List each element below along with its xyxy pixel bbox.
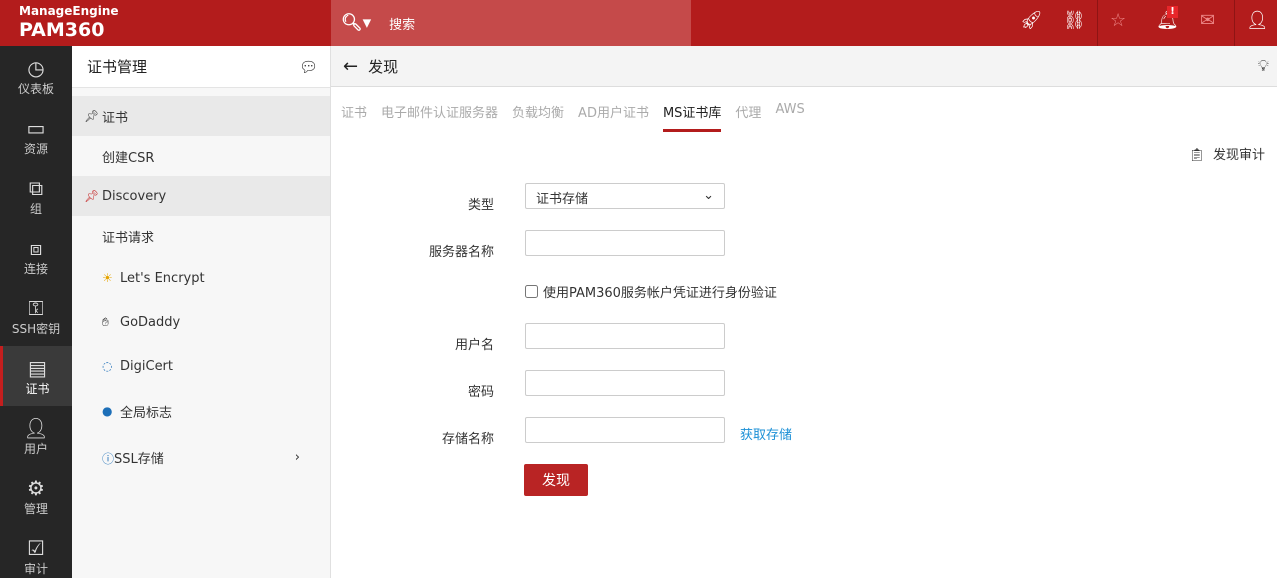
- certificate-icon: ▤: [28, 355, 47, 380]
- audit-icon: ☑: [27, 535, 45, 560]
- gear-icon: ⚙: [27, 475, 45, 500]
- user-star-icon[interactable]: ☆: [1110, 10, 1126, 31]
- tab-aws[interactable]: AWS: [775, 102, 804, 132]
- key-icon: ⚿: [28, 295, 44, 320]
- nav-ssh-keys[interactable]: ⚿ SSH密钥: [0, 286, 72, 346]
- search-bar[interactable]: 🔍︎▾ 搜索: [331, 0, 691, 46]
- password-input[interactable]: [525, 370, 725, 396]
- dashboard-icon: ◷: [27, 55, 45, 80]
- nav-dashboard[interactable]: ◷ 仪表板: [0, 46, 72, 106]
- group-icon: ⧉: [28, 175, 44, 200]
- divider: [1097, 0, 1098, 46]
- nav-audit[interactable]: ☑ 审计: [0, 526, 72, 586]
- tab-bar: 证书 电子邮件认证服务器 负载均衡 AD用户证书 MS证书库 代理 AWS: [341, 102, 805, 132]
- mail-icon[interactable]: ✉: [1200, 10, 1215, 31]
- rocket-icon[interactable]: 🚀︎: [1020, 10, 1043, 31]
- tab-email-servers[interactable]: 电子邮件认证服务器: [381, 102, 498, 132]
- tab-load-balancer[interactable]: 负载均衡: [512, 102, 564, 132]
- discover-button[interactable]: 发现: [524, 464, 588, 496]
- divider: [1234, 0, 1235, 46]
- nav-admin[interactable]: ⚙ 管理: [0, 466, 72, 526]
- user-icon[interactable]: 👤︎: [1246, 10, 1269, 31]
- store-name-input[interactable]: [525, 417, 725, 443]
- sidebar-item-certificates[interactable]: 📌︎ 证书: [72, 96, 330, 136]
- top-bar: ManageEngine PAM360 🔍︎▾ 搜索 🚀︎ ⛓︎ ☆ 🔔︎ ! ✉ …: [0, 0, 1277, 46]
- sidebar-item-letsencrypt[interactable]: ☀ Let's Encrypt: [72, 256, 330, 300]
- left-nav: ◷ 仪表板 ▭ 资源 ⧉ 组 ⧈ 连接 ⚿ SSH密钥 ▤ 证书 👤︎ 用户 ⚙ 管理 ☑ 审计: [0, 46, 72, 578]
- tab-proxy[interactable]: 代理: [735, 102, 761, 132]
- nav-certificates[interactable]: ▤ 证书: [0, 346, 72, 406]
- search-icon[interactable]: 🔍︎▾: [341, 13, 371, 33]
- chat-icon[interactable]: 💬︎: [299, 58, 318, 76]
- type-label: 类型: [467, 198, 494, 213]
- sidebar-item-create-csr[interactable]: 创建CSR: [72, 136, 330, 176]
- sidebar-item-global-sign[interactable]: ● 全局标志: [72, 388, 330, 434]
- type-select[interactable]: 证书存储 ⌄: [525, 183, 725, 209]
- tab-ms-cert-store[interactable]: MS证书库: [662, 102, 722, 132]
- chevron-down-icon: ⌄: [703, 188, 714, 203]
- username-input[interactable]: [525, 323, 725, 349]
- lightbulb-icon[interactable]: 💡︎: [1258, 56, 1269, 76]
- fetch-stores-link[interactable]: 获取存储: [740, 424, 792, 443]
- password-label: 密码: [467, 385, 494, 400]
- sidebar-title: 证书管理: [87, 58, 148, 76]
- user-icon: 👤︎: [23, 415, 49, 440]
- link-icon[interactable]: ⛓︎: [1063, 10, 1086, 31]
- monitor-icon: ▭: [26, 115, 46, 140]
- chevron-right-icon[interactable]: ›: [295, 450, 300, 465]
- service-account-option: 使用PAM360服务帐户凭证进行身份验证: [525, 282, 777, 301]
- sidebar-item-ssl-store[interactable]: ⓘSSL存储 ›: [72, 434, 330, 480]
- page-title: 发现: [368, 57, 399, 76]
- sidebar-item-discovery[interactable]: 📌︎ Discovery: [72, 176, 330, 216]
- nav-groups[interactable]: ⧉ 组: [0, 166, 72, 226]
- sidebar-item-cert-requests[interactable]: 证书请求: [72, 216, 330, 256]
- service-account-checkbox[interactable]: [525, 285, 538, 298]
- main-panel: ← 发现 💡︎ 证书 电子邮件认证服务器 负载均衡 AD用户证书 MS证书库 代理 …: [331, 46, 1277, 578]
- store-name-label: 存储名称: [441, 432, 494, 447]
- letsencrypt-icon: ☀: [102, 271, 113, 285]
- sidebar-item-godaddy[interactable]: ✋︎ GoDaddy: [72, 300, 330, 344]
- globalsign-icon: ●: [102, 404, 113, 418]
- server-name-input[interactable]: [525, 230, 725, 256]
- nav-resources[interactable]: ▭ 资源: [0, 106, 72, 166]
- back-arrow-icon[interactable]: ←: [343, 56, 358, 77]
- tab-ad-user-certs[interactable]: AD用户证书: [578, 102, 649, 132]
- logo[interactable]: ManageEngine PAM360: [19, 4, 119, 41]
- discovery-audit-link[interactable]: 📋︎ 发现审计: [1188, 144, 1265, 163]
- pin-icon: 📌︎: [84, 189, 100, 203]
- nav-connections[interactable]: ⧈ 连接: [0, 226, 72, 286]
- pin-icon: 📌︎: [84, 109, 100, 123]
- tab-certificates[interactable]: 证书: [341, 102, 367, 132]
- sidebar-item-digicert[interactable]: ◌ DigiCert: [72, 344, 330, 388]
- sslstore-icon: ⓘ: [102, 451, 115, 466]
- username-label: 用户名: [454, 338, 494, 353]
- server-name-label: 服务器名称: [428, 245, 494, 260]
- digicert-icon: ◌: [102, 359, 113, 373]
- sidebar: 证书管理 💬︎ 📌︎ 证书 创建CSR 📌︎ Discovery 证书请求 ☀ Let'…: [72, 46, 331, 578]
- connection-icon: ⧈: [29, 235, 43, 260]
- search-input[interactable]: 搜索: [389, 14, 415, 33]
- clipboard-search-icon: 📋︎: [1188, 148, 1205, 163]
- alert-badge: !: [1167, 6, 1178, 18]
- nav-users[interactable]: 👤︎ 用户: [0, 406, 72, 466]
- godaddy-icon: ✋︎: [102, 314, 109, 329]
